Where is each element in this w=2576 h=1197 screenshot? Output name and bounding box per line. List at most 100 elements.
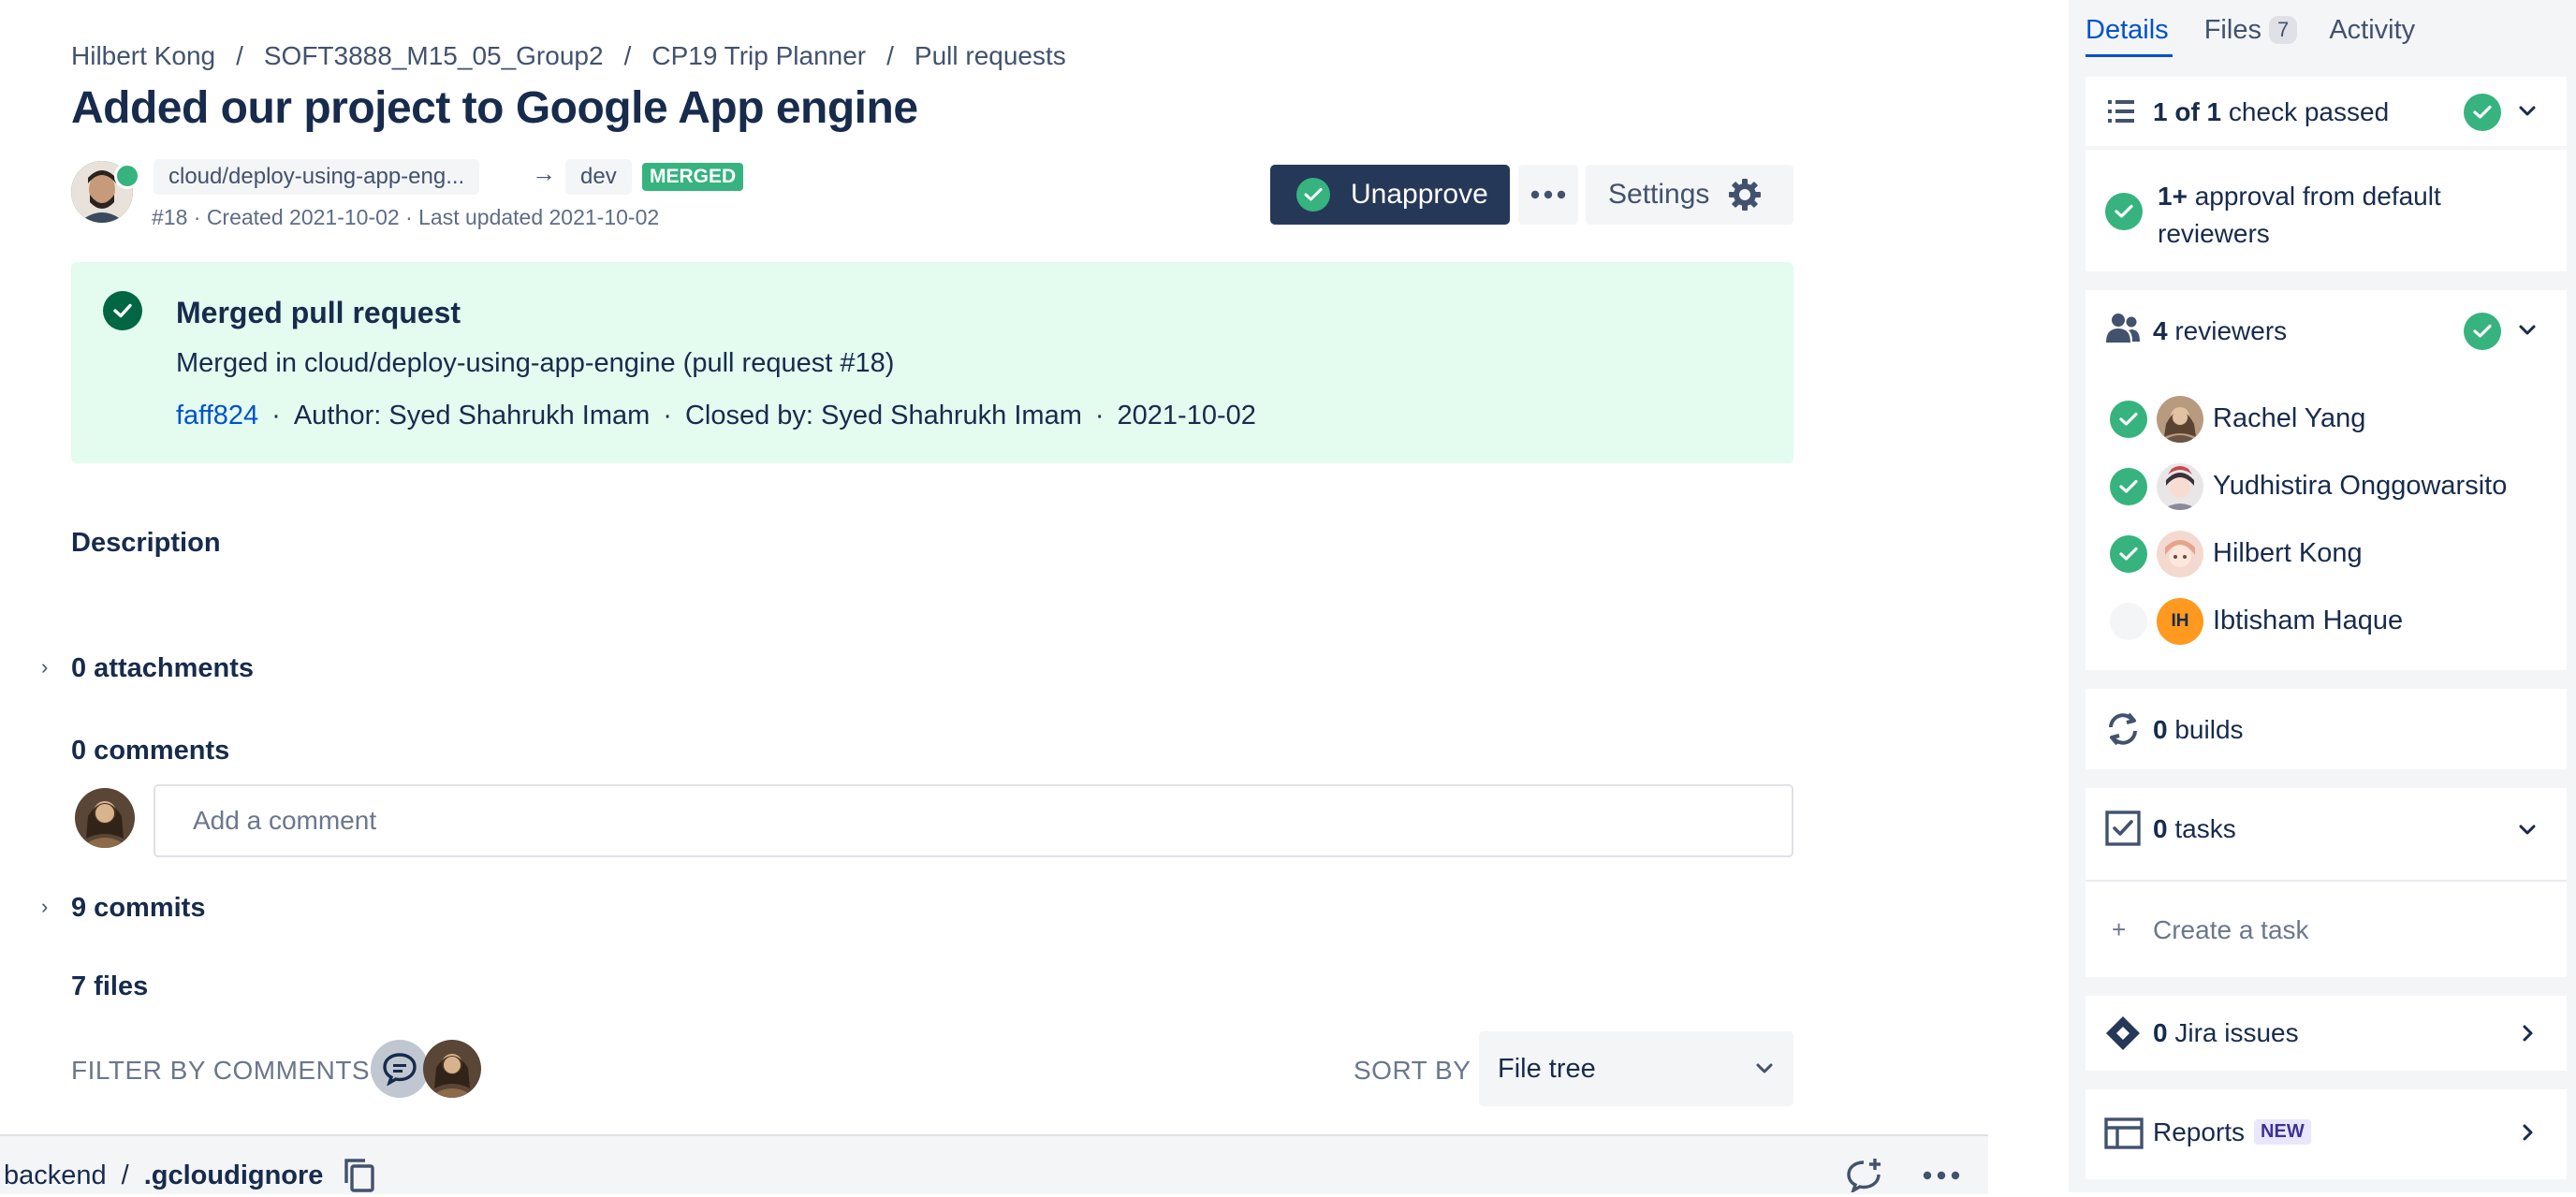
reviewer-name: Yudhistira Onggowarsito [2213,471,2508,501]
merged-status-lozenge: MERGED [642,163,744,191]
merge-closed-by: Closed by: Syed Shahrukh Imam [684,401,1082,431]
list-icon [2108,99,2134,128]
reviewer-name: Hilbert Kong [2213,538,2363,568]
tasks-label: tasks [2174,814,2236,843]
builds-summary: 0 builds [2153,715,2244,745]
chevron-down-icon[interactable] [2518,824,2537,841]
reviewer-avatar[interactable] [2157,531,2203,577]
check-circle-icon [2464,313,2501,350]
reports-icon [2104,1117,2144,1154]
tab-files-label: Files [2203,15,2261,45]
description-heading: Description [71,528,221,558]
reviewers-summary[interactable]: 4 reviewers [2153,316,2287,346]
reviewer-pending-icon [2110,603,2147,640]
checks-text: check passed [2228,97,2390,126]
current-user-avatar [75,788,135,848]
check-circle-icon [1296,178,1330,212]
add-comment-icon[interactable] [1844,1157,1883,1197]
jira-summary: 0 Jira issues [2153,1018,2299,1048]
file-path-name: .gcloudignore [143,1161,324,1190]
reviewer-approved-icon [2110,401,2147,438]
approval-requirement: 1+ approval from default reviewers [2158,178,2441,253]
sort-by-select[interactable]: File tree [1479,1031,1793,1106]
jira-icon [2104,1015,2142,1057]
reviewer-approved-icon [2110,468,2147,505]
unapprove-button[interactable]: Unapprove [1270,165,1510,225]
filter-by-comments-label: FILTER BY COMMENTS [71,1056,371,1085]
reviewer-name: Rachel Yang [2213,403,2366,433]
breadcrumb: Hilbert Kong / SOFT3888_M15_05_Group2 / CP19… [71,41,1066,71]
chevron-down-icon[interactable] [2518,324,2537,342]
approval-count: 1+ [2158,182,2188,211]
checks-summary: 1 of 1 check passed [2153,97,2389,127]
commits-toggle[interactable]: 9 commits [71,893,205,924]
files-heading: 7 files [71,971,149,1001]
breadcrumb-separator: / [886,41,894,70]
check-circle-icon [2105,193,2143,230]
reviewer-avatar[interactable] [2157,396,2203,443]
divider [2086,880,2567,882]
reviewer-avatar-initials[interactable]: IH [2157,598,2203,645]
breadcrumb-item-pull-requests[interactable]: Pull requests [915,41,1066,70]
breadcrumb-item-user[interactable]: Hilbert Kong [71,41,215,70]
settings-label: Settings [1608,179,1710,210]
tab-activity[interactable]: Activity [2329,15,2415,45]
files-count-badge: 7 [2269,16,2298,44]
people-icon [2106,313,2140,347]
jira-label: Jira issues [2174,1018,2299,1047]
plus-icon: + [2112,915,2127,943]
breadcrumb-item-repo[interactable]: CP19 Trip Planner [651,41,866,70]
refresh-icon [2106,711,2140,752]
chevron-right-icon[interactable]: › [41,655,48,679]
reviewers-count: 4 [2153,316,2168,345]
tasks-count: 0 [2153,814,2168,843]
file-path-dir: backend [4,1161,107,1190]
builds-label: builds [2174,715,2244,744]
tab-details[interactable]: Details [2086,15,2169,45]
attachments-toggle[interactable]: 0 attachments [71,653,254,684]
chevron-right-icon[interactable]: › [41,895,48,919]
more-actions-button[interactable] [1518,165,1578,225]
tasks-summary[interactable]: 0 tasks [2153,814,2236,844]
comment-filter-all-button[interactable] [371,1040,429,1098]
reviewer-avatar[interactable] [2157,463,2203,510]
reviewer-name: Ibtisham Haque [2213,606,2404,635]
settings-button[interactable]: Settings [1586,165,1793,225]
unapprove-label: Unapprove [1351,179,1488,210]
breadcrumb-item-project[interactable]: SOFT3888_M15_05_Group2 [264,41,604,70]
merge-author: Author: Syed Shahrukh Imam [293,401,651,431]
sort-by-value: File tree [1498,1053,1596,1084]
active-tab-indicator [2086,54,2173,57]
file-path: backend / .gcloudignore [4,1161,323,1191]
reviewers-label: reviewers [2174,316,2288,345]
builds-count: 0 [2153,715,2168,744]
author-status-badge [114,163,140,189]
source-branch[interactable]: cloud/deploy-using-app-eng... [154,159,480,195]
breadcrumb-separator: / [236,41,243,70]
target-branch[interactable]: dev [565,159,632,195]
commit-hash-link[interactable]: faff824 [176,401,258,431]
more-icon[interactable] [1923,1168,1960,1185]
merged-banner-message: Merged in cloud/deploy-using-app-engine … [176,348,895,378]
reviewer-approved-icon [2110,535,2147,573]
add-comment-input[interactable]: Add a comment [154,784,1793,857]
new-badge: NEW [2254,1119,2311,1145]
chevron-right-icon[interactable] [2522,1024,2535,1047]
chevron-right-icon[interactable] [2522,1123,2535,1146]
sidebar-tabs: Details Files 7 Activity [2086,15,2415,46]
approval-text: approval from default [2194,182,2441,211]
chevron-down-icon[interactable] [2518,105,2537,123]
tab-files[interactable]: Files 7 [2204,15,2298,45]
comment-filter-user-avatar[interactable] [423,1040,481,1098]
create-task-button[interactable]: Create a task [2153,915,2309,945]
checks-count: 1 of 1 [2153,97,2222,126]
chevron-down-icon [1756,1063,1773,1073]
reports-label: Reports [2153,1117,2246,1146]
checkbox-icon [2105,810,2141,851]
file-path-separator: / [121,1161,129,1190]
comments-heading: 0 comments [71,736,230,766]
comment-icon [383,1053,417,1086]
copy-icon[interactable] [343,1157,376,1197]
jira-count: 0 [2153,1018,2168,1047]
sort-by-label: SORT BY [1354,1056,1471,1085]
